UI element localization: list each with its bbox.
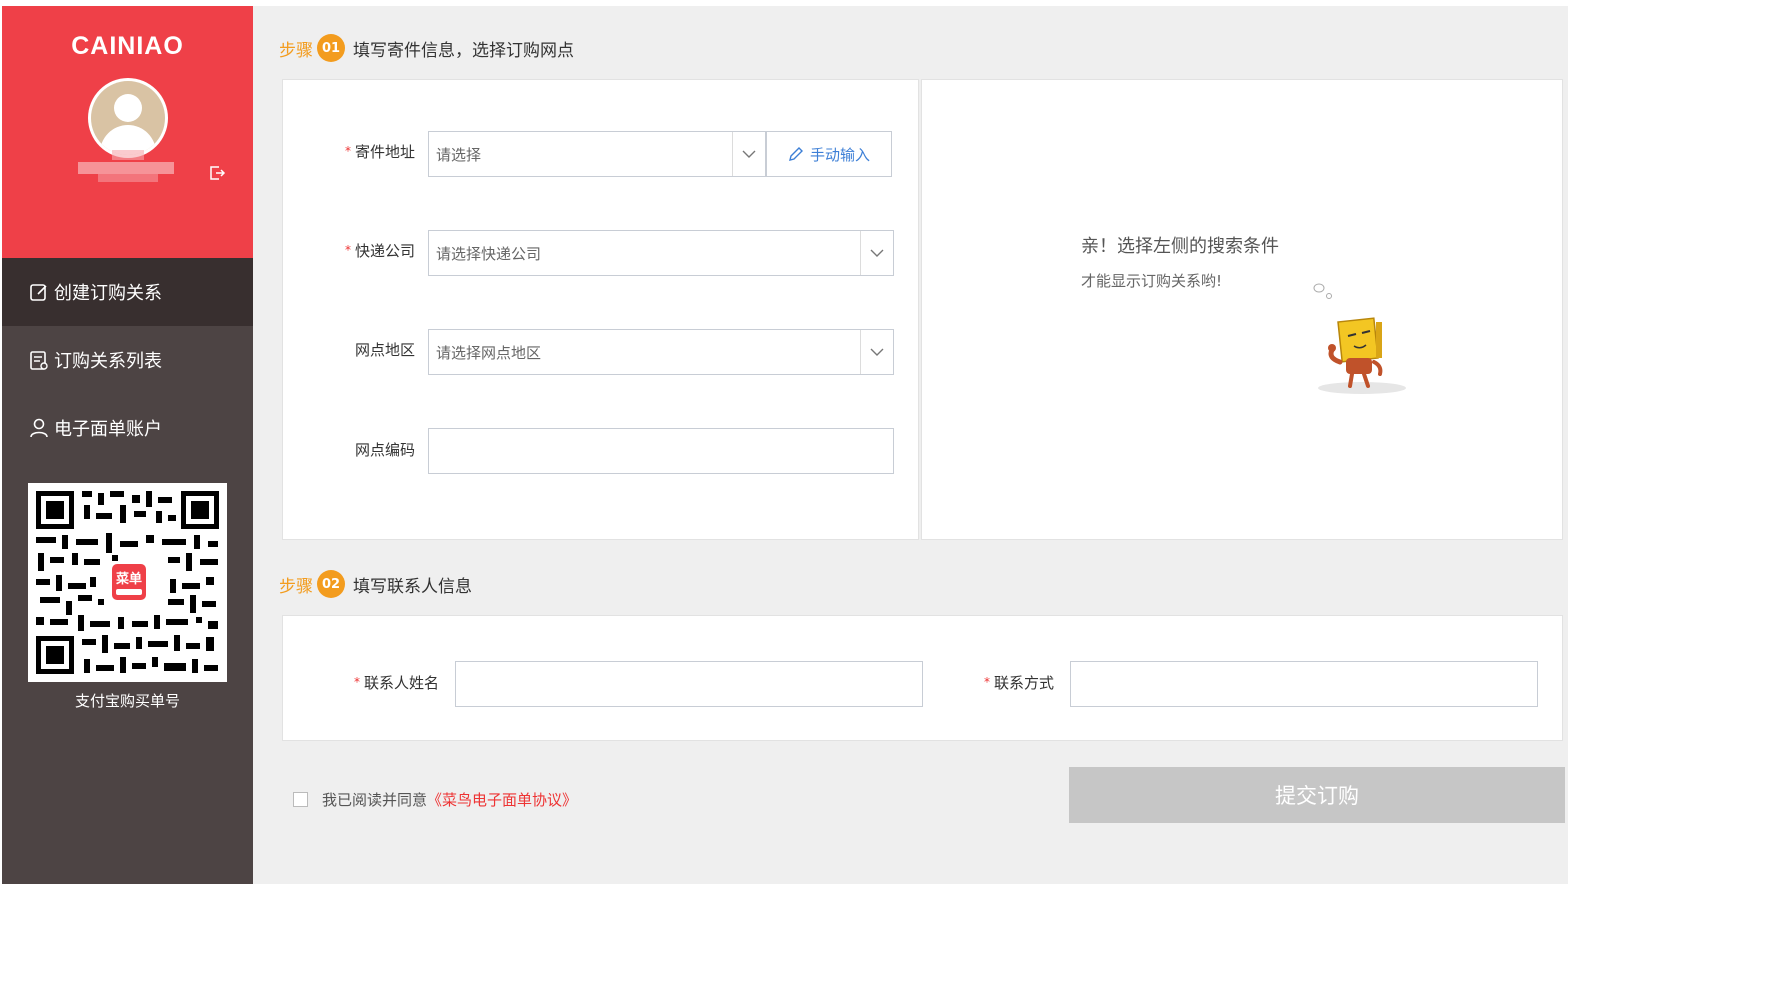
logout-icon[interactable] (208, 164, 226, 182)
required-asterisk: * (353, 675, 360, 689)
step-number-badge: 02 (317, 570, 345, 598)
empty-state-title: 亲！选择左侧的搜索条件 (1081, 236, 1279, 257)
contact-name-label: * 联系人姓名 (353, 674, 439, 692)
qr-badge-text: 菜单 (115, 571, 142, 587)
contact-method-label: * 联系方式 (983, 674, 1054, 692)
nav-item-create-subscription[interactable]: 创建订购关系 (2, 258, 253, 326)
sender-address-label: * 寄件地址 (344, 143, 415, 161)
select-placeholder: 请选择 (436, 145, 482, 164)
qr-caption: 支付宝购买单号 (74, 692, 180, 710)
empty-state-panel: 亲！选择左侧的搜索条件 才能显示订购关系哟! (921, 79, 1563, 540)
sidebar-header: CAINIAO (2, 6, 253, 258)
nav-item-waybill-account[interactable]: 电子面单账户 (2, 394, 253, 462)
qr-code[interactable]: 菜单 (28, 483, 227, 682)
contact-name-input[interactable] (455, 661, 923, 707)
main-content: 步骤 01 填写寄件信息，选择订购网点 * 寄件地址 请选择 手动输入 * 快递公司… (253, 6, 1568, 884)
step-2-header: 步骤 02 填写联系人信息 (279, 570, 472, 598)
contact-method-input[interactable] (1070, 661, 1538, 707)
nav-item-subscription-list[interactable]: 订购关系列表 (2, 326, 253, 394)
chevron-down-icon[interactable] (860, 330, 893, 374)
empty-state-subtitle: 才能显示订购关系哟! (1081, 272, 1223, 290)
username-redacted (78, 150, 174, 182)
brand-logo: CAINIAO (71, 32, 184, 60)
mascot-illustration (1313, 283, 1406, 394)
sidebar: CAINIAO 创建订购关系 订购关系列表 电子面单账户 菜单 支付宝购买单号 (2, 6, 253, 884)
step-label: 步骤 (279, 576, 313, 597)
required-asterisk: * (983, 675, 990, 689)
branch-region-label: 网点地区 (354, 341, 415, 359)
branch-code-label: 网点编码 (354, 441, 415, 459)
edit-icon (30, 284, 47, 301)
manual-input-button[interactable]: 手动输入 (766, 131, 892, 177)
submit-order-button[interactable]: 提交订购 (1069, 767, 1565, 823)
required-asterisk: * (344, 243, 351, 257)
sender-address-select[interactable]: 请选择 (428, 131, 766, 177)
step-1-header: 步骤 01 填写寄件信息，选择订购网点 (279, 34, 574, 62)
nav-item-label: 电子面单账户 (54, 419, 162, 440)
step-title: 填写联系人信息 (353, 576, 472, 597)
step-number-badge: 01 (317, 34, 345, 62)
chevron-down-icon[interactable] (860, 231, 893, 275)
contact-info-form: * 联系人姓名 * 联系方式 (282, 615, 1563, 741)
required-asterisk: * (344, 144, 351, 158)
avatar[interactable] (88, 78, 168, 158)
courier-label: * 快递公司 (344, 242, 415, 260)
branch-region-select[interactable]: 请选择网点地区 (428, 329, 894, 375)
agreement-row: 我已阅读并同意 《菜鸟电子面单协议》 (293, 789, 577, 810)
manual-input-label: 手动输入 (809, 145, 870, 164)
user-icon (30, 418, 48, 438)
sender-info-form: * 寄件地址 请选择 手动输入 * 快递公司 请选择快递公司 网点地区 请选择网点地… (282, 79, 919, 540)
agreement-checkbox[interactable] (293, 792, 308, 807)
nav-item-label: 创建订购关系 (54, 283, 162, 304)
pencil-icon (789, 147, 803, 161)
step-title: 填写寄件信息，选择订购网点 (353, 40, 574, 61)
step-label: 步骤 (279, 40, 313, 61)
agreement-text: 我已阅读并同意 (322, 791, 428, 809)
select-placeholder: 请选择快递公司 (436, 244, 542, 263)
select-placeholder: 请选择网点地区 (436, 343, 542, 362)
agreement-link[interactable]: 《菜鸟电子面单协议》 (427, 789, 577, 810)
branch-code-input[interactable] (428, 428, 894, 474)
nav-item-label: 订购关系列表 (54, 351, 162, 372)
chevron-down-icon[interactable] (732, 132, 765, 176)
courier-select[interactable]: 请选择快递公司 (428, 230, 894, 276)
list-icon (30, 351, 48, 370)
